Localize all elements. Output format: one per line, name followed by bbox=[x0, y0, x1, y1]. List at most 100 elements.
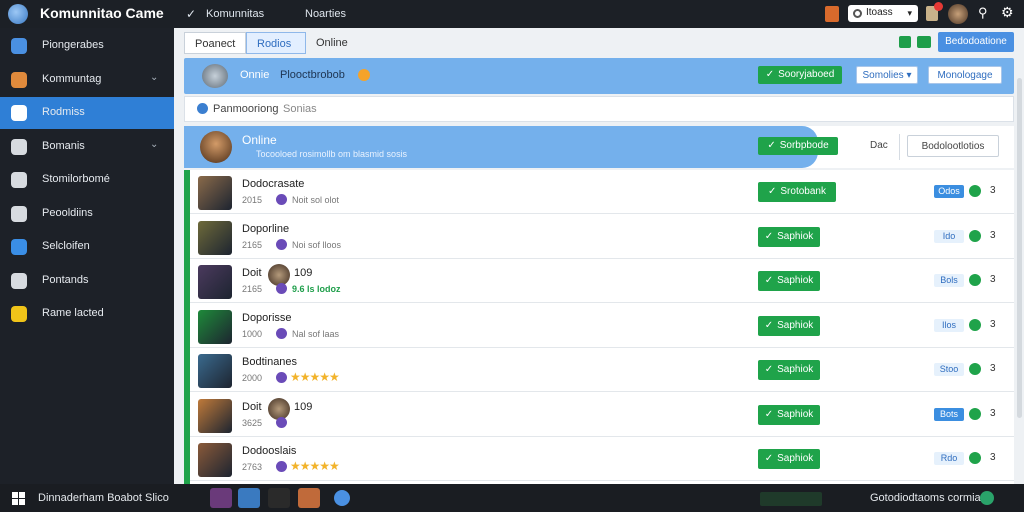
chevron-down-icon: ⌄ bbox=[150, 138, 159, 150]
tab-rodios[interactable]: Rodios bbox=[246, 32, 306, 54]
sidebar-item-label: Peooldiins bbox=[42, 206, 93, 219]
row-action-button[interactable]: ✓ Saphiok bbox=[758, 360, 820, 380]
sidebar-item-9[interactable]: Rame lacted bbox=[0, 298, 174, 330]
check-icon: ✓ bbox=[764, 408, 774, 420]
sidebar-item-5[interactable]: Stomilorbomé bbox=[0, 164, 174, 196]
grid-icon bbox=[11, 138, 27, 155]
chevron-down-icon: ⌄ bbox=[150, 71, 159, 83]
refresh-icon[interactable] bbox=[899, 36, 911, 48]
sidebar-item-1[interactable]: Piongerabes bbox=[0, 30, 174, 62]
filter-chip[interactable]: Sonias bbox=[283, 103, 317, 115]
list-item[interactable]: Doporline 2165 Noi sof lloos ✓ Saphiok Ido 3 bbox=[190, 215, 1014, 259]
row-tag-button[interactable]: Ilos bbox=[934, 318, 964, 332]
game-thumbnail bbox=[198, 220, 232, 255]
row-action-button[interactable]: ✓ Saphiok bbox=[758, 271, 820, 291]
smile-icon bbox=[11, 306, 27, 322]
row-tag-button[interactable]: Stoo bbox=[934, 363, 964, 376]
gear-icon[interactable]: ⚙ bbox=[1001, 4, 1014, 21]
banner-label: Onnie bbox=[240, 69, 270, 81]
sidebar-item-2[interactable]: Kommuntag ⌄ bbox=[0, 64, 174, 96]
list-item[interactable]: Doit 109 3625 ✓ Saphiok Bots 3 bbox=[190, 393, 1014, 437]
filter-label[interactable]: Panmooriong bbox=[213, 103, 278, 115]
taskbar-browser-icon[interactable] bbox=[334, 490, 350, 506]
sidebar-item-6[interactable]: Peooldiins bbox=[0, 198, 174, 230]
sidebar: Piongerabes Kommuntag ⌄ Rodmiss Bomanis ⌄ Stom… bbox=[0, 28, 174, 484]
online-green-button[interactable]: ✓ Sorbpbode bbox=[758, 137, 838, 155]
row-action-button[interactable]: ✓ Srotobank bbox=[758, 182, 836, 202]
row-tag-button[interactable]: Rdo bbox=[934, 452, 964, 465]
scrollbar[interactable] bbox=[1017, 78, 1022, 418]
row-tag-button[interactable]: Bols bbox=[934, 274, 964, 287]
rating-stars-icon: ★★★★★ bbox=[290, 459, 340, 473]
game-thumbnail bbox=[198, 398, 232, 433]
row-action-button[interactable]: ✓ Saphiok bbox=[758, 449, 820, 469]
taskbar-app-icon[interactable] bbox=[298, 488, 320, 508]
taskbar-app-icon[interactable] bbox=[210, 488, 232, 508]
nav-link-noarties[interactable]: Noarties bbox=[305, 8, 346, 20]
taskbar-app-icon[interactable] bbox=[238, 488, 260, 508]
check-icon: ✓ bbox=[764, 275, 774, 286]
online-indicator-icon bbox=[969, 407, 981, 420]
status-icon[interactable] bbox=[980, 491, 994, 505]
app-logo-icon bbox=[8, 4, 28, 24]
check-icon: ✓ bbox=[768, 186, 777, 197]
list-item[interactable]: Doit 109 2165 9.6 ls lodoz ✓ Saphiok Bols 3 bbox=[190, 259, 1014, 303]
filter-icon bbox=[197, 103, 208, 114]
search-icon bbox=[853, 9, 862, 18]
status-dot-icon bbox=[276, 194, 287, 205]
row-tag-button[interactable]: Bots bbox=[934, 407, 964, 421]
banner-white-button[interactable]: Monologage bbox=[928, 66, 1002, 84]
row-tag-button[interactable]: Ido bbox=[934, 229, 964, 243]
user-avatar[interactable] bbox=[948, 4, 968, 24]
magnifier-icon[interactable]: ⚲ bbox=[978, 5, 988, 21]
game-thumbnail bbox=[198, 176, 232, 210]
row-action-button[interactable]: ✓ Saphiok bbox=[758, 404, 820, 425]
sidebar-item-3[interactable]: Rodmiss bbox=[0, 97, 174, 129]
chevron-down-icon: ▾ bbox=[907, 8, 912, 18]
status-dot-icon bbox=[276, 283, 287, 294]
online-side-label: Dac bbox=[870, 140, 888, 151]
list-item[interactable]: Doporisse 1000 Nal sof laas ✓ Saphiok Ilos 3 bbox=[190, 304, 1014, 348]
search-input[interactable]: Itoass ▾ bbox=[848, 5, 918, 22]
sidebar-item-4[interactable]: Bomanis ⌄ bbox=[0, 131, 174, 163]
sidebar-item-8[interactable]: Pontands bbox=[0, 265, 174, 297]
sidebar-item-7[interactable]: Selcloifen bbox=[0, 231, 174, 263]
list-item[interactable]: Dodocrasate 2015 Noit sol olot ✓ Srotobank Od… bbox=[190, 170, 1014, 214]
list-item[interactable]: Bodtinanes 2000 ★★★★★ ✓ Saphiok Stoo 3 bbox=[190, 348, 1014, 392]
row-subtitle: 9.6 ls lodoz bbox=[292, 284, 341, 294]
check-icon: ✓ bbox=[764, 230, 774, 242]
windows-start-icon[interactable] bbox=[12, 492, 25, 505]
online-indicator-icon bbox=[969, 363, 981, 375]
tab-poanect[interactable]: Poanect bbox=[184, 32, 246, 54]
game-banner: Onnie Plooctbrobob ✓ Sooryjaboed Somolies… bbox=[184, 58, 1014, 94]
tab-online[interactable]: Online bbox=[306, 32, 364, 54]
banner-green-button[interactable]: ✓ Sooryjaboed bbox=[758, 66, 842, 84]
row-number: 2165 bbox=[242, 239, 263, 250]
group-icon[interactable] bbox=[917, 36, 931, 48]
bookmark-icon[interactable] bbox=[825, 6, 839, 22]
window-icon bbox=[11, 272, 27, 289]
list-item[interactable]: Dodooslais 2763 ★★★★★ ✓ Saphiok Rdo 3 bbox=[190, 437, 1014, 481]
online-row[interactable]: Online Tocooloed rosimollb om blasmid so… bbox=[184, 126, 1014, 168]
chat-icon bbox=[11, 205, 27, 222]
top-action-button[interactable]: Bedodoatione bbox=[938, 32, 1014, 52]
row-count: 3 bbox=[990, 363, 996, 374]
online-indicator-icon bbox=[969, 452, 981, 464]
chevron-down-icon: ▾ bbox=[906, 70, 912, 81]
row-action-button[interactable]: ✓ Saphiok bbox=[758, 315, 820, 336]
game-thumbnail bbox=[198, 354, 232, 388]
filter-dropdown[interactable]: Somolies ▾ bbox=[856, 66, 918, 84]
row-action-button[interactable]: ✓ Saphiok bbox=[758, 226, 820, 247]
app-title: Komunnitao Came bbox=[40, 5, 164, 21]
online-white-button[interactable]: Bodolootlotios bbox=[907, 135, 999, 157]
online-indicator-icon bbox=[969, 274, 981, 286]
row-count: 3 bbox=[990, 229, 996, 241]
taskbar-app-icon[interactable] bbox=[268, 488, 290, 508]
check-icon: ✓ bbox=[767, 140, 776, 151]
row-title: Bodtinanes bbox=[242, 356, 298, 368]
row-action-label: Srotobank bbox=[780, 186, 826, 197]
nav-link-komunnitas[interactable]: Komunnitas bbox=[206, 8, 264, 20]
row-tag-button[interactable]: Odos bbox=[934, 185, 964, 198]
row-number: 2763 bbox=[242, 462, 263, 472]
status-dot-icon bbox=[276, 327, 287, 339]
